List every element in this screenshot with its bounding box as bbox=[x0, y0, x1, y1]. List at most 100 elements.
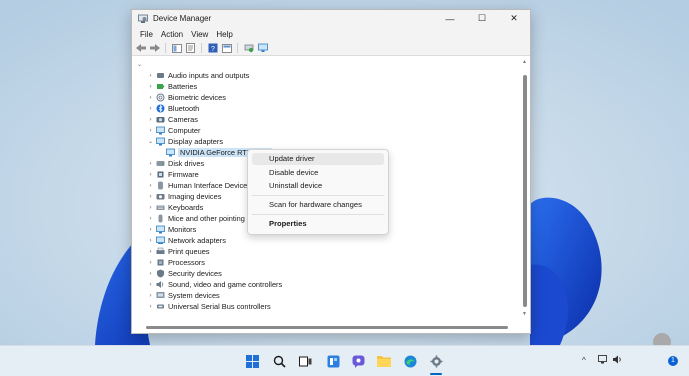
category-item[interactable]: › Bluetooth bbox=[147, 103, 200, 114]
scan-hardware-item[interactable]: Scan for hardware changes bbox=[252, 199, 384, 211]
task-view-icon[interactable] bbox=[298, 354, 312, 368]
back-arrow-icon[interactable] bbox=[135, 43, 146, 53]
device-manager-icon bbox=[138, 14, 148, 23]
category-item[interactable]: › Firmware bbox=[147, 169, 199, 180]
toolbar-separator bbox=[165, 43, 166, 53]
chevron-right-icon[interactable]: › bbox=[147, 227, 154, 233]
vertical-scrollbar[interactable]: ▲ ▼ bbox=[522, 57, 528, 319]
scan-hardware-icon[interactable] bbox=[243, 43, 254, 53]
category-label: Batteries bbox=[168, 82, 198, 91]
toolbar-separator bbox=[237, 43, 238, 53]
security-icon bbox=[157, 269, 164, 278]
chevron-right-icon[interactable]: › bbox=[147, 216, 154, 222]
chevron-right-icon[interactable]: › bbox=[147, 106, 154, 112]
svg-text:?: ? bbox=[211, 46, 215, 53]
sound-icon bbox=[156, 281, 164, 288]
properties-item[interactable]: Properties bbox=[252, 218, 384, 230]
monitor-device-icon[interactable] bbox=[257, 43, 268, 53]
chevron-right-icon[interactable]: › bbox=[147, 161, 154, 167]
category-item[interactable]: › Sound, video and game controllers bbox=[147, 279, 283, 290]
camera-icon bbox=[156, 117, 165, 123]
processor-icon bbox=[157, 259, 164, 266]
chevron-down-icon[interactable]: ⌄ bbox=[147, 138, 154, 145]
chevron-right-icon[interactable]: › bbox=[147, 282, 154, 288]
notification-badge[interactable]: 1 bbox=[668, 356, 678, 366]
chevron-right-icon[interactable]: › bbox=[147, 293, 154, 299]
category-item[interactable]: › Security devices bbox=[147, 268, 222, 279]
category-item[interactable]: › Print queues bbox=[147, 246, 210, 257]
close-button[interactable]: ✕ bbox=[498, 10, 530, 27]
minimize-button[interactable]: — bbox=[434, 10, 466, 27]
title-bar: Device Manager — ☐ ✕ bbox=[132, 10, 530, 27]
menu-view[interactable]: View bbox=[187, 30, 212, 39]
mouse-icon bbox=[158, 214, 163, 223]
category-item[interactable]: › System devices bbox=[147, 290, 220, 301]
uninstall-device-item[interactable]: Uninstall device bbox=[252, 180, 384, 192]
display-adapter-icon bbox=[156, 137, 165, 146]
printer-icon bbox=[156, 247, 165, 254]
category-item[interactable]: › Batteries bbox=[147, 81, 198, 92]
category-item[interactable]: › Cameras bbox=[147, 114, 198, 125]
chevron-right-icon[interactable]: › bbox=[147, 183, 154, 189]
category-item[interactable]: › Network adapters bbox=[147, 235, 226, 246]
category-label: Audio inputs and outputs bbox=[168, 71, 250, 80]
chevron-down-icon[interactable]: ⌄ bbox=[136, 61, 143, 68]
category-item[interactable]: › Monitors bbox=[147, 224, 197, 235]
network-tray-icon[interactable] bbox=[598, 355, 608, 366]
chevron-right-icon[interactable]: › bbox=[147, 117, 154, 123]
category-item[interactable]: › Computer bbox=[147, 125, 201, 136]
chevron-right-icon[interactable]: › bbox=[147, 304, 154, 310]
menu-action[interactable]: Action bbox=[157, 30, 187, 39]
category-item[interactable]: › Audio inputs and outputs bbox=[147, 70, 250, 81]
taskbar: ^ bbox=[0, 345, 689, 376]
speaker-icon bbox=[157, 73, 164, 78]
view-details-icon[interactable] bbox=[221, 43, 232, 53]
horizontal-scrollbar[interactable] bbox=[134, 324, 514, 330]
keyboard-icon bbox=[156, 205, 165, 210]
edge-browser-icon[interactable] bbox=[403, 354, 417, 368]
scroll-down-icon[interactable]: ▼ bbox=[522, 311, 527, 317]
vertical-scroll-thumb[interactable] bbox=[523, 75, 527, 307]
file-explorer-icon[interactable] bbox=[377, 354, 391, 368]
context-menu: Update driver Disable device Uninstall d… bbox=[247, 149, 389, 235]
chevron-right-icon[interactable]: › bbox=[147, 249, 154, 255]
device-manager-taskbar-icon[interactable] bbox=[429, 354, 443, 368]
category-item[interactable]: › Imaging devices bbox=[147, 191, 222, 202]
category-item[interactable]: › Processors bbox=[147, 257, 205, 268]
update-driver-item[interactable]: Update driver bbox=[252, 153, 384, 165]
category-label: Cameras bbox=[168, 115, 198, 124]
chevron-right-icon[interactable]: › bbox=[147, 128, 154, 134]
chevron-right-icon[interactable]: › bbox=[147, 260, 154, 266]
horizontal-scroll-thumb[interactable] bbox=[146, 326, 508, 329]
chevron-right-icon[interactable]: › bbox=[147, 73, 154, 79]
category-item[interactable]: › Disk drives bbox=[147, 158, 205, 169]
maximize-button[interactable]: ☐ bbox=[466, 10, 498, 27]
volume-icon[interactable] bbox=[613, 355, 623, 366]
category-item[interactable]: › Human Interface Devices bbox=[147, 180, 251, 191]
widgets-icon[interactable] bbox=[326, 354, 340, 368]
tree-root[interactable]: ⌄ bbox=[136, 59, 143, 70]
chevron-right-icon[interactable]: › bbox=[147, 172, 154, 178]
category-item[interactable]: › Biometric devices bbox=[147, 92, 226, 103]
help-icon[interactable]: ? bbox=[207, 43, 218, 53]
forward-arrow-icon[interactable] bbox=[149, 43, 160, 53]
chat-icon[interactable] bbox=[351, 354, 365, 368]
properties-sheet-icon[interactable] bbox=[185, 43, 196, 53]
category-item[interactable]: › Universal Serial Bus controllers bbox=[147, 301, 271, 312]
chevron-right-icon[interactable]: › bbox=[147, 238, 154, 244]
chevron-right-icon[interactable]: › bbox=[147, 194, 154, 200]
search-icon[interactable] bbox=[272, 354, 286, 368]
disable-device-item[interactable]: Disable device bbox=[252, 167, 384, 179]
chevron-right-icon[interactable]: › bbox=[147, 271, 154, 277]
category-item[interactable]: › Keyboards bbox=[147, 202, 204, 213]
scroll-up-icon[interactable]: ▲ bbox=[522, 59, 527, 65]
show-hide-tree-icon[interactable] bbox=[171, 43, 182, 53]
chevron-right-icon[interactable]: › bbox=[147, 95, 154, 101]
menu-file[interactable]: File bbox=[136, 30, 157, 39]
chevron-right-icon[interactable]: › bbox=[147, 205, 154, 211]
category-item[interactable]: ⌄ Display adapters bbox=[147, 136, 223, 147]
menu-help[interactable]: Help bbox=[212, 30, 236, 39]
start-windows-icon[interactable] bbox=[245, 354, 259, 368]
chevron-right-icon[interactable]: › bbox=[147, 84, 154, 90]
chevron-up-icon[interactable]: ^ bbox=[582, 356, 586, 365]
